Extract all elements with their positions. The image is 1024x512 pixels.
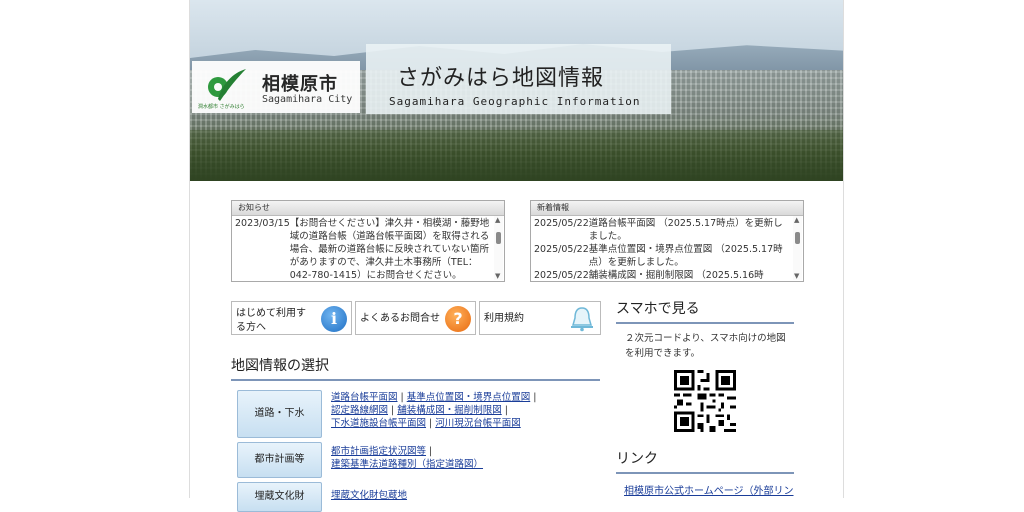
link-sewer-ledger[interactable]: 下水道施設台帳平面図 bbox=[331, 418, 426, 429]
updates-scrollbar[interactable]: ▲ ▼ bbox=[793, 216, 802, 280]
update-text: 基準点位置図・境界点位置図 （2025.5.17時点）を更新しました。 bbox=[588, 244, 783, 268]
updates-heading: 新着情報 bbox=[531, 201, 803, 216]
links-section-title: リンク bbox=[616, 448, 794, 474]
city-name: 相模原市 bbox=[262, 74, 338, 95]
updates-list[interactable]: 2025/05/22 道路台帳平面図 （2025.5.17時点）を更新しました。… bbox=[534, 217, 791, 279]
scroll-down-icon[interactable]: ▼ bbox=[495, 272, 500, 280]
city-logo[interactable]: 潤水都市 さがみはら 相模原市 Sagamihara City bbox=[192, 61, 360, 113]
link-route-network[interactable]: 認定路線網図 bbox=[331, 405, 388, 416]
update-text: 舗装構成図・掘削制限図 （2025.5.16時 bbox=[588, 270, 764, 279]
category-road-sewer-button[interactable]: 道路・下水 bbox=[237, 390, 322, 438]
category-city-planning-button[interactable]: 都市計画等 bbox=[237, 442, 322, 478]
smartphone-text: ２次元コードより、スマホ向けの地図を利用できます。 bbox=[625, 333, 786, 359]
category-label: 埋蔵文化財 bbox=[254, 491, 305, 502]
link-city-planning[interactable]: 都市計画指定状況図等 bbox=[331, 446, 426, 457]
bell-icon bbox=[571, 307, 593, 332]
faq-label: よくあるお問合せ bbox=[360, 313, 440, 324]
update-date: 2025/05/22 bbox=[534, 218, 589, 229]
scroll-up-icon[interactable]: ▲ bbox=[794, 216, 799, 224]
map-section-title: 地図情報の選択 bbox=[231, 355, 600, 381]
notices-scrollbar[interactable]: ▲ ▼ bbox=[494, 216, 503, 280]
link-road-type[interactable]: 建築基準法道路種別（指定道路図） bbox=[331, 459, 483, 470]
scroll-thumb[interactable] bbox=[496, 232, 501, 244]
info-icon: i bbox=[321, 306, 347, 332]
beginner-guide-label: はじめて利用する方へ bbox=[236, 308, 306, 333]
category-label: 道路・下水 bbox=[254, 408, 305, 419]
road-sewer-links: 道路台帳平面図 | 基準点位置図・境界点位置図 | 認定路線網図 | 舗装構成図・掘削制限… bbox=[331, 392, 537, 429]
scroll-up-icon[interactable]: ▲ bbox=[495, 216, 500, 224]
link-river-ledger[interactable]: 河川現況台帳平面図 bbox=[435, 418, 521, 429]
notice-date: 2023/03/15 bbox=[235, 218, 290, 229]
link-road-ledger[interactable]: 道路台帳平面図 bbox=[331, 392, 398, 403]
header-banner: 潤水都市 さがみはら 相模原市 Sagamihara City さがみはら地図情… bbox=[190, 0, 843, 181]
terms-label: 利用規約 bbox=[484, 313, 524, 324]
update-date: 2025/05/22 bbox=[534, 270, 589, 279]
site-subtitle: Sagamihara Geographic Information bbox=[389, 95, 641, 108]
site-title: さがみはら地図情報 bbox=[397, 66, 605, 91]
category-label: 都市計画等 bbox=[254, 454, 305, 465]
city-name-en: Sagamihara City bbox=[262, 94, 353, 105]
qr-code-icon bbox=[674, 370, 736, 432]
list-item: 2025/05/22 道路台帳平面図 （2025.5.17時点）を更新しました。 bbox=[534, 217, 791, 243]
cultural-links: 埋蔵文化財包蔵地 bbox=[331, 489, 601, 502]
update-text: 道路台帳平面図 （2025.5.17時点）を更新しました。 bbox=[588, 218, 783, 242]
update-date: 2025/05/22 bbox=[534, 244, 589, 255]
terms-button[interactable]: 利用規約 bbox=[479, 301, 601, 335]
notices-heading: お知らせ bbox=[232, 201, 504, 216]
list-item: 2025/05/22 舗装構成図・掘削制限図 （2025.5.16時 bbox=[534, 269, 791, 279]
link-city-homepage[interactable]: 相模原市公式ホームページ（外部リン bbox=[624, 482, 794, 497]
city-emblem-icon bbox=[208, 69, 246, 101]
list-item: 2023/03/15 【お問合せください】津久井・相模湖・藤野地域の道路台帳（道… bbox=[235, 217, 492, 279]
scroll-thumb[interactable] bbox=[795, 232, 800, 244]
city-planning-links: 都市計画指定状況図等 | 建築基準法道路種別（指定道路図） bbox=[331, 446, 484, 470]
faq-button[interactable]: よくあるお問合せ ? bbox=[355, 301, 476, 335]
category-cultural-button[interactable]: 埋蔵文化財 bbox=[237, 482, 322, 512]
beginner-guide-button[interactable]: はじめて利用する方へ i bbox=[231, 301, 352, 335]
logo-tagline: 潤水都市 さがみはら bbox=[198, 104, 245, 110]
link-buried-cultural[interactable]: 埋蔵文化財包蔵地 bbox=[331, 490, 407, 501]
link-pavement[interactable]: 舗装構成図・掘削制限図 bbox=[397, 405, 502, 416]
notices-list[interactable]: 2023/03/15 【お問合せください】津久井・相模湖・藤野地域の道路台帳（道… bbox=[235, 217, 492, 279]
scroll-down-icon[interactable]: ▼ bbox=[794, 272, 799, 280]
updates-box: 新着情報 2025/05/22 道路台帳平面図 （2025.5.17時点）を更新… bbox=[530, 200, 804, 282]
banner-forest bbox=[190, 130, 843, 181]
link-control-point[interactable]: 基準点位置図・境界点位置図 bbox=[407, 392, 531, 403]
smartphone-title: スマホで見る bbox=[616, 298, 794, 324]
notices-box: お知らせ 2023/03/15 【お問合せください】津久井・相模湖・藤野地域の道… bbox=[231, 200, 505, 282]
question-icon: ? bbox=[445, 306, 471, 332]
notice-text: 【お問合せください】津久井・相模湖・藤野地域の道路台帳（道路台帳平面図）を取得さ… bbox=[289, 218, 490, 279]
list-item: 2025/05/22 基準点位置図・境界点位置図 （2025.5.17時点）を更… bbox=[534, 243, 791, 269]
